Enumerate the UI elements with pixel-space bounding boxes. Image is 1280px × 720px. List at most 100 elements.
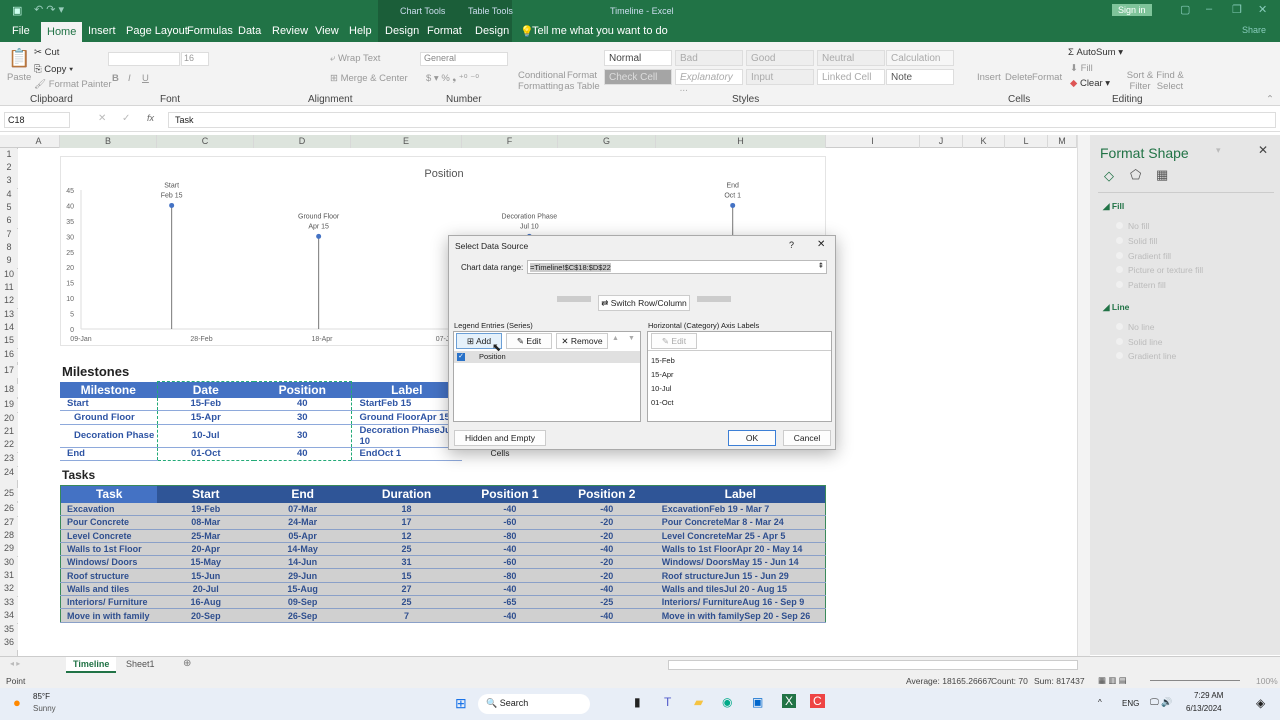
column-header[interactable]: M: [1048, 135, 1077, 148]
maximize-icon[interactable]: ❐: [1232, 3, 1242, 16]
table-cell[interactable]: 15-May: [157, 555, 255, 570]
no-line-radio[interactable]: No line: [1126, 322, 1154, 332]
enter-entry-icon[interactable]: ✓: [122, 113, 130, 124]
edit-series-button[interactable]: ✎ Edit: [506, 333, 552, 349]
column-header[interactable]: J: [920, 135, 963, 148]
row-header[interactable]: 28: [0, 530, 18, 543]
table-cell[interactable]: 25-Mar: [157, 529, 255, 543]
table-cell[interactable]: Windows/ Doors: [60, 555, 158, 570]
cancel-button[interactable]: Cancel: [783, 430, 831, 446]
style-calculation[interactable]: Calculation: [886, 50, 954, 66]
pattern-fill-radio[interactable]: Pattern fill: [1126, 280, 1166, 290]
help-button[interactable]: ?: [789, 240, 794, 250]
table-cell[interactable]: Pour Concrete: [60, 515, 158, 530]
table-cell[interactable]: -40: [557, 502, 656, 517]
horizontal-scrollbar[interactable]: [668, 660, 1078, 670]
no-fill-radio[interactable]: No fill: [1126, 221, 1149, 231]
italic-button[interactable]: I: [128, 73, 131, 84]
table-cell[interactable]: 15-Jun: [157, 568, 255, 583]
column-header-position-1[interactable]: Position 1: [461, 485, 558, 503]
table-cell[interactable]: -40: [557, 582, 656, 597]
table-cell[interactable]: 40: [254, 397, 352, 412]
table-cell[interactable]: -25: [557, 595, 656, 610]
table-cell[interactable]: 30: [254, 410, 352, 425]
column-header[interactable]: G: [558, 135, 656, 148]
row-header[interactable]: 5: [0, 202, 18, 215]
column-header[interactable]: D: [254, 135, 351, 148]
table-cell[interactable]: Decoration Phase: [60, 424, 157, 448]
row-header[interactable]: 19: [0, 399, 18, 412]
column-header[interactable]: A: [18, 135, 60, 148]
clear-button[interactable]: ◆ Clear ▾: [1070, 78, 1110, 89]
font-name-select[interactable]: [108, 52, 180, 66]
row-header[interactable]: 33: [0, 597, 18, 610]
solid-fill-radio[interactable]: Solid fill: [1126, 236, 1157, 246]
tab-data[interactable]: Data: [238, 25, 261, 37]
vertical-scrollbar[interactable]: [1077, 135, 1090, 656]
style-bad[interactable]: Bad: [675, 50, 743, 66]
tab-view[interactable]: View: [315, 25, 339, 37]
table-cell[interactable]: -20: [557, 568, 656, 583]
pane-close-icon[interactable]: ✕: [1258, 143, 1268, 157]
row-header[interactable]: 3: [0, 175, 18, 188]
merge-center-button[interactable]: ⊞ Merge & Center: [330, 73, 408, 84]
series-item[interactable]: ✓ Position: [454, 351, 640, 363]
table-cell[interactable]: Level ConcreteMar 25 - Apr 5: [655, 529, 826, 543]
table-cell[interactable]: 15-Apr: [156, 410, 254, 425]
autosum-button[interactable]: Σ AutoSum ▾: [1068, 47, 1123, 58]
table-cell[interactable]: Interiors/ Furniture: [60, 595, 158, 610]
row-header[interactable]: 12: [0, 295, 18, 308]
table-cell[interactable]: Ground FloorApr 15: [351, 410, 462, 425]
table-cell[interactable]: Move in with family: [60, 608, 158, 623]
tab-chart-design[interactable]: Design: [385, 25, 419, 37]
sort-filter-button[interactable]: Sort & Filter: [1126, 70, 1154, 92]
fill-button[interactable]: ⬇ Fill: [1070, 63, 1093, 74]
table-cell[interactable]: 19-Feb: [157, 502, 255, 517]
table-cell[interactable]: 14-Jun: [254, 555, 352, 570]
ok-button[interactable]: OK: [728, 430, 776, 446]
table-cell[interactable]: 29-Jun: [254, 568, 352, 583]
table-cell[interactable]: 7: [351, 608, 462, 623]
table-cell[interactable]: 27: [351, 582, 462, 597]
dialog-close-icon[interactable]: ✕: [817, 239, 825, 250]
row-header[interactable]: 21: [0, 426, 18, 439]
cut-button[interactable]: ✂ Cut: [34, 47, 59, 58]
table-cell[interactable]: -60: [461, 555, 558, 570]
table-cell[interactable]: Move in with familySep 20 - Sep 26: [655, 608, 826, 623]
share-button[interactable]: Share: [1242, 25, 1266, 35]
currency-button[interactable]: $ ▾ % ❟ ⁺⁰ ⁻⁰: [426, 73, 479, 84]
tab-chart-format[interactable]: Format: [427, 25, 462, 37]
style-good[interactable]: Good: [746, 50, 814, 66]
name-box[interactable]: C18: [4, 112, 70, 128]
size-properties-icon[interactable]: ▦: [1156, 167, 1168, 183]
bold-button[interactable]: B: [112, 73, 119, 84]
excel-icon[interactable]: X: [782, 694, 797, 708]
table-cell[interactable]: 10-Jul: [156, 424, 254, 448]
row-header[interactable]: 10: [0, 269, 18, 282]
table-cell[interactable]: Walls to 1st FloorApr 20 - May 14: [655, 542, 826, 557]
save-icon[interactable]: ▣: [12, 4, 22, 17]
table-cell[interactable]: Level Concrete: [60, 529, 158, 543]
sheet-nav-icon[interactable]: ◂ ▸: [10, 659, 20, 668]
style-note[interactable]: Note: [886, 69, 954, 85]
clock-time[interactable]: 7:29 AM: [1194, 691, 1223, 700]
delete-cells-button[interactable]: Delete: [1005, 72, 1032, 83]
sign-in-button[interactable]: Sign in: [1112, 4, 1152, 16]
row-header[interactable]: 14: [0, 322, 18, 335]
table-cell[interactable]: Start: [60, 397, 157, 412]
table-cell[interactable]: -40: [461, 542, 558, 557]
table-cell[interactable]: -40: [461, 582, 558, 597]
zoom-slider[interactable]: [1150, 680, 1240, 681]
table-cell[interactable]: 15-Feb: [156, 397, 254, 412]
table-cell[interactable]: 20-Sep: [157, 608, 255, 623]
style-normal[interactable]: Normal: [604, 50, 672, 66]
table-cell[interactable]: End: [60, 447, 157, 462]
copilot-icon[interactable]: ◈: [1256, 696, 1265, 710]
style-neutral[interactable]: Neutral: [817, 50, 885, 66]
fill-section-toggle[interactable]: ◢ Fill: [1103, 201, 1124, 212]
row-header[interactable]: 6: [0, 215, 18, 228]
formula-input[interactable]: Task: [168, 112, 1276, 128]
format-painter-button[interactable]: 🖌 Format Painter: [34, 79, 112, 90]
new-sheet-icon[interactable]: ⊕: [183, 658, 191, 669]
table-cell[interactable]: -40: [461, 502, 558, 517]
